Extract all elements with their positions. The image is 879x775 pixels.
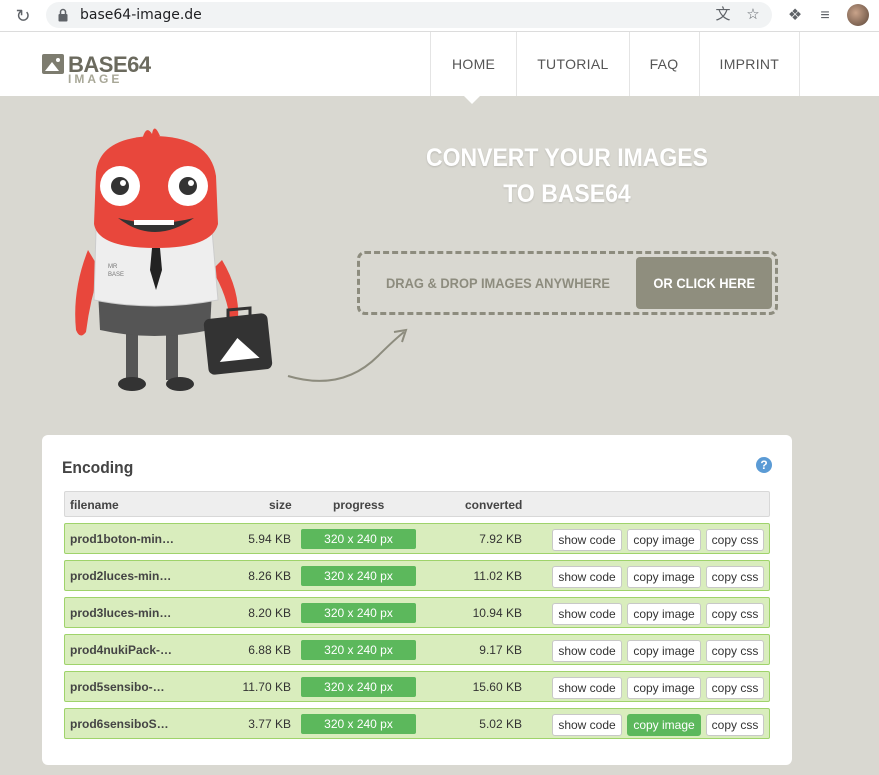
upload-click-label: OR CLICK HERE <box>653 275 755 291</box>
lock-icon <box>58 8 68 22</box>
copy-css-button[interactable]: copy css <box>706 714 764 736</box>
size-cell: 6.88 KB <box>248 643 291 657</box>
table-row: prod2luces-min… 8.26 KB 320 x 240 px 11.… <box>64 560 770 591</box>
show-code-button[interactable]: show code <box>552 677 622 699</box>
progress-bar: 320 x 240 px <box>301 714 416 734</box>
column-filename: filename <box>70 498 119 512</box>
dropzone[interactable]: DRAG & DROP IMAGES ANYWHERE OR CLICK HER… <box>357 251 778 315</box>
show-code-button[interactable]: show code <box>552 566 622 588</box>
encoding-table-body: prod1boton-min… 5.94 KB 320 x 240 px 7.9… <box>64 523 770 745</box>
logo-text-sub: IMAGE <box>68 72 123 86</box>
column-size: size <box>269 498 292 512</box>
extensions-icon[interactable]: ❖ <box>785 6 805 26</box>
filename-cell: prod4nukiPack-… <box>70 643 173 657</box>
bookmark-star-icon[interactable]: ☆ <box>744 7 762 23</box>
table-row: prod1boton-min… 5.94 KB 320 x 240 px 7.9… <box>64 523 770 554</box>
dropzone-label: DRAG & DROP IMAGES ANYWHERE <box>386 275 610 291</box>
converted-cell: 9.17 KB <box>479 643 522 657</box>
size-cell: 8.26 KB <box>248 569 291 583</box>
show-code-button[interactable]: show code <box>552 640 622 662</box>
main-nav: HOME TUTORIAL FAQ IMPRINT <box>430 32 801 96</box>
copy-image-button[interactable]: copy image <box>627 566 701 588</box>
logo-image-icon <box>42 54 64 74</box>
copy-css-button[interactable]: copy css <box>706 529 764 551</box>
reload-icon[interactable]: ↻ <box>12 5 34 27</box>
column-converted: converted <box>465 498 523 512</box>
progress-bar: 320 x 240 px <box>301 566 416 586</box>
table-row: prod4nukiPack-… 6.88 KB 320 x 240 px 9.1… <box>64 634 770 665</box>
size-cell: 8.20 KB <box>248 606 291 620</box>
converted-cell: 7.92 KB <box>479 532 522 546</box>
copy-image-button[interactable]: copy image <box>627 714 701 736</box>
hero-title-line1: CONVERT YOUR IMAGES <box>425 144 709 172</box>
address-bar[interactable]: base64-image.de 文 ☆ <box>46 2 772 28</box>
table-header: filename size progress converted <box>64 491 770 517</box>
copy-image-button[interactable]: copy image <box>627 677 701 699</box>
size-cell: 5.94 KB <box>248 532 291 546</box>
copy-css-button[interactable]: copy css <box>706 677 764 699</box>
converted-cell: 5.02 KB <box>479 717 522 731</box>
table-row: prod3luces-min… 8.20 KB 320 x 240 px 10.… <box>64 597 770 628</box>
media-control-icon[interactable]: ≡ <box>815 6 835 26</box>
filename-cell: prod3luces-min… <box>70 606 172 620</box>
table-row: prod5sensibo-… 11.70 KB 320 x 240 px 15.… <box>64 671 770 702</box>
copy-css-button[interactable]: copy css <box>706 640 764 662</box>
hero-title-line2: TO BASE64 <box>503 180 631 208</box>
copy-css-button[interactable]: copy css <box>706 603 764 625</box>
filename-cell: prod6sensiboS… <box>70 717 169 731</box>
column-progress: progress <box>333 498 385 512</box>
show-code-button[interactable]: show code <box>552 603 622 625</box>
converted-cell: 10.94 KB <box>472 606 522 620</box>
upload-click-button[interactable]: OR CLICK HERE <box>636 257 772 309</box>
profile-avatar[interactable] <box>847 4 869 26</box>
size-cell: 3.77 KB <box>248 717 291 731</box>
converted-cell: 15.60 KB <box>472 680 522 694</box>
copy-image-button[interactable]: copy image <box>627 603 701 625</box>
table-row: prod6sensiboS… 3.77 KB 320 x 240 px 5.02… <box>64 708 770 739</box>
show-code-button[interactable]: show code <box>552 529 622 551</box>
active-nav-indicator <box>464 96 480 104</box>
svg-text:MR: MR <box>108 264 118 270</box>
filename-cell: prod1boton-min… <box>70 532 174 546</box>
progress-bar: 320 x 240 px <box>301 640 416 660</box>
filename-cell: prod2luces-min… <box>70 569 172 583</box>
hero-title: CONVERT YOUR IMAGES TO BASE64 <box>413 140 720 212</box>
site-header: BASE64 IMAGE HOME TUTORIAL FAQ IMPRINT <box>0 32 879 96</box>
progress-bar: 320 x 240 px <box>301 529 416 549</box>
filename-cell: prod5sensibo-… <box>70 680 165 694</box>
progress-bar: 320 x 240 px <box>301 603 416 623</box>
arrow-swoosh-icon <box>287 328 408 382</box>
nav-imprint[interactable]: IMPRINT <box>700 32 801 96</box>
converted-cell: 11.02 KB <box>473 569 522 583</box>
copy-image-button[interactable]: copy image <box>627 640 701 662</box>
nav-faq[interactable]: FAQ <box>630 32 700 96</box>
copy-image-button[interactable]: copy image <box>627 529 701 551</box>
site-logo[interactable]: BASE64 IMAGE <box>42 52 151 88</box>
svg-text:BASE: BASE <box>108 272 124 278</box>
browser-toolbar: ↻ base64-image.de 文 ☆ ❖ ≡ <box>0 0 879 32</box>
url-text: base64-image.de <box>80 7 202 23</box>
encoding-title: Encoding <box>62 458 134 477</box>
encoding-panel: Encoding ? filename size progress conver… <box>42 435 792 765</box>
size-cell: 11.70 KB <box>242 680 291 694</box>
copy-css-button[interactable]: copy css <box>706 566 764 588</box>
translate-icon[interactable]: 文 <box>714 7 732 23</box>
mascot-illustration: MR BASE <box>75 128 273 391</box>
progress-bar: 320 x 240 px <box>301 677 416 697</box>
nav-tutorial[interactable]: TUTORIAL <box>517 32 630 96</box>
show-code-button[interactable]: show code <box>552 714 622 736</box>
help-icon[interactable]: ? <box>756 457 772 473</box>
nav-home[interactable]: HOME <box>431 32 518 96</box>
